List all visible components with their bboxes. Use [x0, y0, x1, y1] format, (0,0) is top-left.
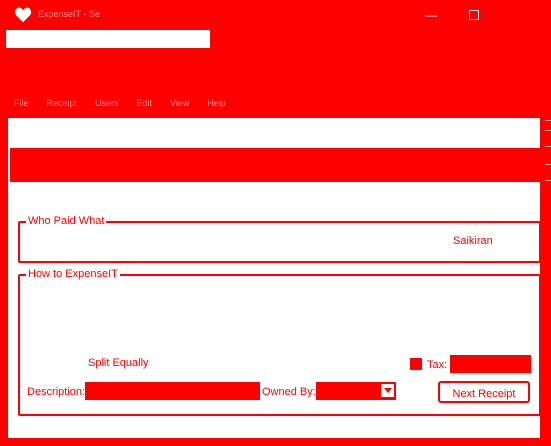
- heart-icon: [14, 7, 32, 23]
- left-frame: [0, 118, 8, 446]
- maximize-button[interactable]: [465, 6, 483, 24]
- bottom-frame: [0, 438, 551, 446]
- address-bar[interactable]: [6, 32, 204, 48]
- next-receipt-button[interactable]: Next Receipt: [438, 381, 530, 403]
- split-equally-label: Split Equally: [88, 357, 149, 369]
- minimize-button[interactable]: —: [424, 6, 438, 24]
- menu-item-view[interactable]: View: [170, 98, 189, 110]
- right-frame: [540, 118, 551, 446]
- menu-item-users[interactable]: Users: [95, 98, 119, 110]
- menu-item-file[interactable]: File: [14, 98, 29, 110]
- menu-item-receipt[interactable]: Receipt: [47, 98, 78, 110]
- minimize-icon: —: [425, 8, 437, 22]
- payer-name: Saikiran: [453, 235, 493, 247]
- receipt-header: [10, 148, 540, 182]
- chevron-down-icon[interactable]: [381, 384, 394, 397]
- menu-item-help[interactable]: Help: [207, 98, 226, 110]
- menu-item-edit[interactable]: Edit: [137, 98, 153, 110]
- maximize-icon: [469, 10, 479, 20]
- tax-input[interactable]: [450, 355, 531, 373]
- tax-label: Tax:: [427, 359, 448, 371]
- owned-by-select[interactable]: [316, 382, 396, 400]
- owned-by-label: Owned By:: [262, 386, 316, 398]
- tax-checkbox[interactable]: [410, 358, 422, 370]
- description-label: Description:: [27, 386, 86, 398]
- window-title: ExpenseIT - Se: [38, 9, 100, 19]
- toolbar-strip: [210, 30, 551, 48]
- menu-bar: File Receipt Users Edit View Help: [14, 98, 314, 110]
- who-paid-legend: Who Paid What: [26, 215, 107, 227]
- how-to-legend: How to ExpenseIT: [26, 268, 120, 280]
- description-input[interactable]: [85, 382, 260, 400]
